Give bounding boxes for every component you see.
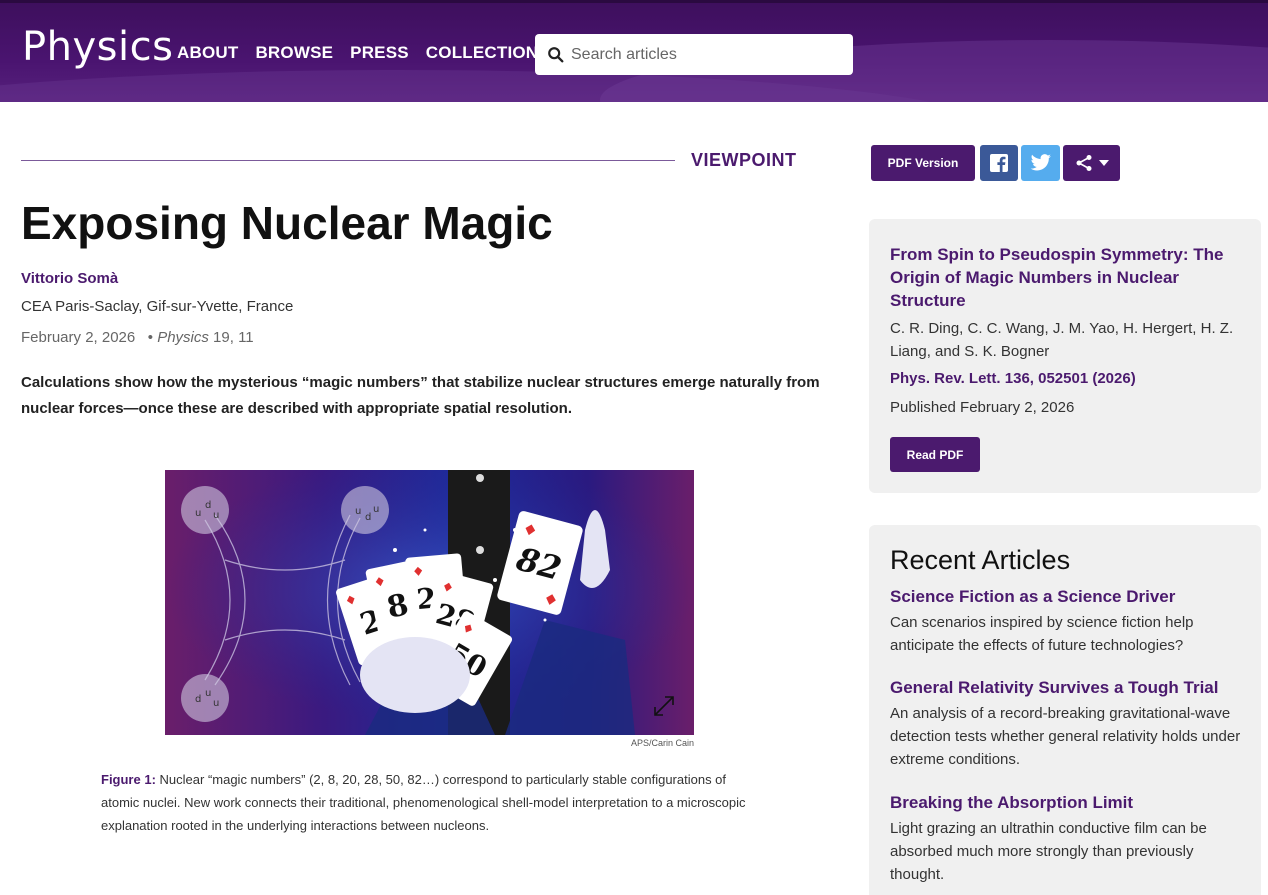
svg-text:u: u <box>205 688 211 699</box>
svg-text:u: u <box>373 504 379 515</box>
svg-text:u: u <box>355 506 361 517</box>
figure-illustration: u d u u d u d u u 2 8 28 50 82 <box>165 470 694 735</box>
glove-left <box>360 637 470 713</box>
article-dateline: February 2, 2026 • Physics 19, 11 <box>21 329 254 346</box>
nucleon-bubble: u d u <box>181 486 229 534</box>
facebook-icon <box>990 154 1008 172</box>
section-label[interactable]: VIEWPOINT <box>691 150 797 171</box>
search-icon <box>548 46 564 62</box>
nav-press[interactable]: PRESS <box>350 43 409 63</box>
article-author[interactable]: Vittorio Somà <box>21 270 118 287</box>
figure-credit: APS/Carin Cain <box>630 738 694 748</box>
share-icon <box>1076 155 1091 171</box>
suit-button <box>476 546 484 554</box>
author-affiliation: CEA Paris-Saclay, Gif-sur-Yvette, France <box>21 298 294 315</box>
recent-articles-card: Recent Articles Science Fiction as a Sci… <box>869 525 1261 895</box>
paper-published-date: Published February 2, 2026 <box>890 399 1075 416</box>
read-pdf-button[interactable]: Read PDF <box>890 437 980 472</box>
nav-about[interactable]: ABOUT <box>177 43 238 63</box>
twitter-share-button[interactable] <box>1021 145 1060 181</box>
site-logo[interactable]: Physics <box>22 24 173 70</box>
article-abstract: Calculations show how the mysterious “ma… <box>21 374 820 417</box>
recent-article-item: Science Fiction as a Science Driver Can … <box>890 587 1250 657</box>
svg-text:u: u <box>213 510 219 521</box>
site-header: Physics ABOUT BROWSE PRESS COLLECTIONS <box>0 0 1268 102</box>
article-date: February 2, 2026 <box>21 329 136 346</box>
nav-browse[interactable]: BROWSE <box>255 43 333 63</box>
paper-title-link[interactable]: From Spin to Pseudospin Symmetry: The Or… <box>890 243 1240 312</box>
figure-image[interactable]: u d u u d u d u u 2 8 28 50 82 <box>165 470 694 735</box>
recent-article-link[interactable]: Breaking the Absorption Limit <box>890 793 1250 813</box>
twitter-icon <box>1030 154 1051 171</box>
nucleon-bubble: u d u <box>341 486 389 534</box>
share-menu-button[interactable] <box>1063 145 1120 181</box>
paper-authors: C. R. Ding, C. C. Wang, J. M. Yao, H. He… <box>890 320 1234 360</box>
original-paper-card: From Spin to Pseudospin Symmetry: The Or… <box>869 219 1261 493</box>
search-box[interactable] <box>535 34 853 75</box>
figure-label: Figure 1: <box>101 772 156 787</box>
svg-text:u: u <box>195 508 201 519</box>
svg-text:d: d <box>365 512 371 523</box>
recent-articles-heading: Recent Articles <box>890 545 1071 575</box>
recent-article-link[interactable]: Science Fiction as a Science Driver <box>890 587 1250 607</box>
journal-name: Physics <box>157 329 209 346</box>
main-nav: ABOUT BROWSE PRESS COLLECTIONS <box>177 43 567 63</box>
facebook-share-button[interactable] <box>980 145 1018 181</box>
article-title: Exposing Nuclear Magic <box>21 197 553 249</box>
recent-article-link[interactable]: General Relativity Survives a Tough Tria… <box>890 678 1250 698</box>
recent-article-item: Breaking the Absorption Limit Light graz… <box>890 793 1250 886</box>
section-divider <box>21 160 675 161</box>
svg-text:u: u <box>213 698 219 709</box>
svg-text:d: d <box>195 694 201 705</box>
pdf-version-button[interactable]: PDF Version <box>871 145 975 181</box>
nav-collections[interactable]: COLLECTIONS <box>426 43 550 63</box>
recent-article-desc: Can scenarios inspired by science fictio… <box>890 614 1194 654</box>
paper-reference-link[interactable]: Phys. Rev. Lett. 136, 052501 (2026) <box>890 370 1136 387</box>
svg-text:d: d <box>205 500 211 511</box>
recent-article-desc: An analysis of a record-breaking gravita… <box>890 705 1241 768</box>
nucleon-bubble: d u u <box>181 674 229 722</box>
header-top-rule <box>0 0 1268 3</box>
suit-button <box>476 474 484 482</box>
recent-article-item: General Relativity Survives a Tough Tria… <box>890 678 1250 771</box>
dateline-separator: • <box>139 329 158 346</box>
figure-caption: Figure 1: Nuclear “magic numbers” (2, 8,… <box>101 768 761 837</box>
recent-article-desc: Light grazing an ultrathin conductive fi… <box>890 820 1207 883</box>
chevron-down-icon <box>1098 160 1109 166</box>
search-input[interactable] <box>571 45 841 64</box>
figure-caption-text: Nuclear “magic numbers” (2, 8, 20, 28, 5… <box>101 772 746 833</box>
volume-issue: 19, 11 <box>213 329 254 346</box>
